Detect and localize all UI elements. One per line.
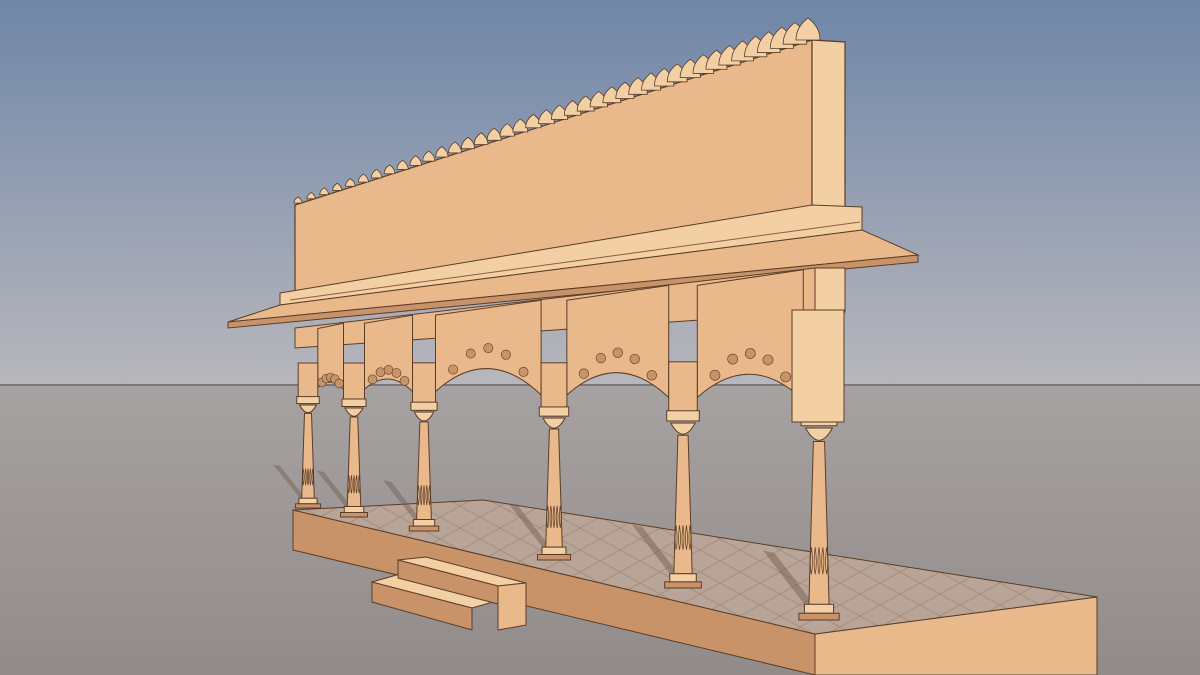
column-bracket [412,362,436,405]
column-plinth [294,503,322,509]
column-abacus [296,396,320,405]
arch-cusp [399,376,410,386]
column-base [541,546,567,555]
column-shaft [301,412,315,499]
column-bracket [297,362,319,399]
column-bracket [343,362,365,401]
column-abacus [410,401,438,411]
arch-cusp [465,348,476,359]
column-base [343,506,365,513]
column-plinth [536,553,572,561]
arch-cusp [762,354,774,366]
pavilion-scene [0,0,1200,675]
column-abacus [341,398,367,407]
column-base [669,573,697,583]
arch-cusp [500,349,511,360]
column-bracket [668,361,698,414]
arch-cusp [334,378,344,389]
arch-cusp [646,370,657,381]
arch-cusp [727,353,738,365]
column-plinth [340,512,368,518]
column-plinth [798,612,840,621]
parapet-end [811,39,846,209]
arch-cusp [375,367,386,378]
step-side [497,582,527,631]
column-plinth [664,581,702,589]
column-abacus [666,410,700,422]
arch-cusp [709,369,721,381]
column-base [412,519,436,527]
column-base [803,603,835,614]
arch-cusp [483,343,494,354]
arch-cusp [780,371,791,383]
corner-pier [791,309,845,423]
arch-cusp [612,347,623,358]
column-base [298,497,318,505]
column-bracket [540,362,568,410]
arch-cusp [367,374,378,385]
arch-cusp [383,365,394,375]
column-abacus [538,406,570,417]
arch-cusp [595,352,606,364]
arch-cusp [391,368,402,378]
arch-cusp [578,368,589,379]
arch-cusp [744,348,756,359]
arch-cusp [518,366,529,377]
arch-cusp [629,353,640,365]
arch-cusp [448,364,459,375]
lintel-end [814,267,846,313]
column-plinth [408,525,440,532]
